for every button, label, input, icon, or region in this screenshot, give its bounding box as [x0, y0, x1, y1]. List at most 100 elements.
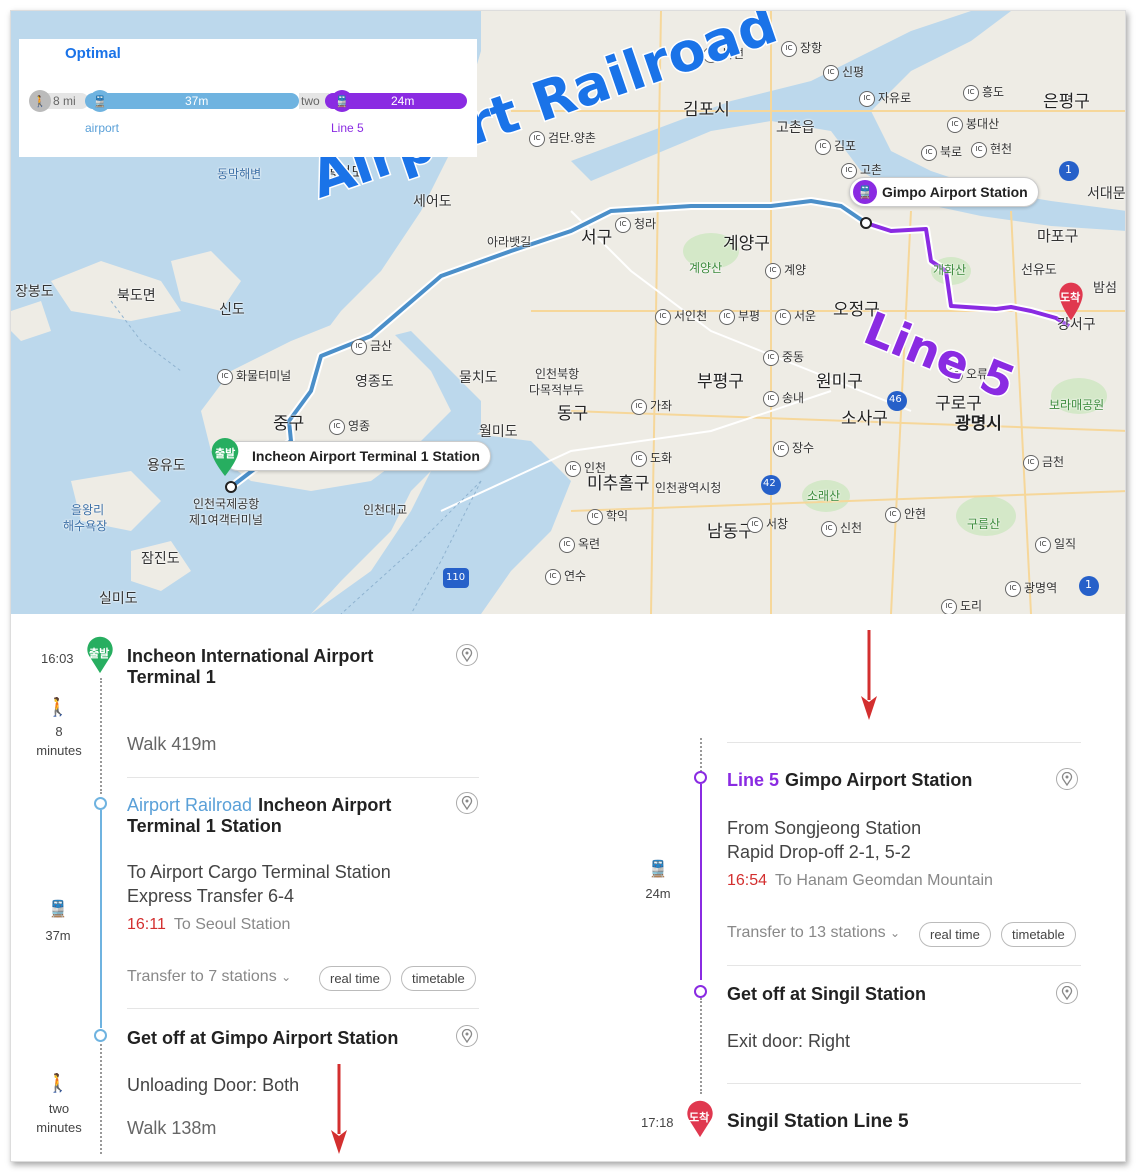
down-arrow-icon — [331, 1064, 347, 1154]
down-arrow-icon — [861, 630, 877, 720]
itinerary-panel: 16:03 출발 Incheon International Airport T… — [11, 614, 1125, 1161]
place-gyeyangsan: 계양산 — [689, 261, 723, 275]
ic-seochang: 서창 — [747, 515, 788, 533]
place-gyeyang-gu: 계양구 — [723, 234, 770, 254]
ic-yeonsu: 연수 — [545, 567, 586, 585]
ic-gwangmyeong-station: 광명역 — [1005, 579, 1057, 597]
transfer-dotted-line — [700, 738, 702, 772]
highway-shield-1b: 1 — [1085, 578, 1092, 591]
timetable-button[interactable]: timetable — [401, 966, 476, 991]
window-frame: 1 1 46 42 110 김포시 고촌읍 은평구 서대문 마포구 선유도 밤섬… — [10, 10, 1126, 1162]
ic-seoun: 서운 — [775, 307, 816, 325]
line5-line-label: Line 5 — [727, 770, 780, 790]
chevron-down-icon: ⌄ — [281, 970, 292, 984]
location-pin-icon[interactable] — [456, 644, 478, 666]
ic-okryeon: 옥련 — [559, 535, 600, 553]
place-soraesan: 소래산 — [807, 489, 841, 503]
train-icon: 🚆 — [48, 901, 68, 918]
airport-railroad-stops: Transfer to 7 stations — [127, 968, 277, 985]
ic-yeongjong: 영종 — [329, 417, 370, 435]
place-arabaetgil: 아라뱃길 — [487, 235, 532, 249]
ic-songnae: 송내 — [763, 389, 804, 407]
ic-gochon: 고촌 — [841, 161, 882, 179]
walk-duration: 8 mi — [53, 94, 76, 108]
singil-getoff-title: Get off at Singil Station — [727, 984, 926, 1004]
ic-geumcheon-top: 금천 — [1023, 453, 1064, 471]
place-beach: 해수욕장 — [63, 519, 108, 533]
place-gwangmyeong-si: 광명시 — [955, 414, 1002, 434]
line5-board-title: Line 5 Gimpo Airport Station — [727, 770, 972, 791]
ic-hagik: 학익 — [587, 507, 628, 525]
start-station-callout[interactable]: Incheon Airport Terminal 1 Station — [223, 441, 491, 471]
ic-bongdaesan: 봉대산 — [947, 115, 999, 133]
route-map[interactable]: 1 1 46 42 110 김포시 고촌읍 은평구 서대문 마포구 선유도 밤섬… — [11, 11, 1125, 614]
walk-icon: 🚶 — [46, 697, 70, 717]
place-incheon-bridge: 인천대교 — [363, 503, 408, 517]
location-pin-icon[interactable] — [456, 1025, 478, 1047]
place-dongmak-beach: 동막해변 — [217, 167, 262, 181]
walk-dotted-line — [700, 998, 702, 1094]
place-yongyudo: 용유도 — [147, 458, 186, 474]
location-pin-icon[interactable] — [1056, 768, 1078, 790]
place-bupyeong-gu: 부평구 — [697, 372, 744, 392]
highway-shield-46: 46 — [889, 394, 902, 405]
place-sindo: 신도 — [219, 302, 245, 318]
ic-cargo-terminal: 화물터미널 — [217, 367, 291, 385]
ic-heungdo: 흥도 — [963, 83, 1004, 101]
realtime-button[interactable]: real time — [919, 922, 991, 947]
airport-railroad-departure: 16:11 To Seoul Station — [127, 916, 290, 934]
airport-railroad-transfer-door: Express Transfer 6-4 — [127, 886, 295, 906]
airport-railroad-depart-dest: To Seoul Station — [173, 916, 291, 933]
walk1-duration: 8 minutes — [36, 724, 82, 758]
realtime-button[interactable]: real time — [319, 966, 391, 991]
line5-depart-dest: To Hanam Geomdan Mountain — [775, 872, 993, 889]
start-pin-text: 출발 — [215, 447, 236, 460]
route-summary-panel[interactable]: Optimal 🚶 8 mi 🚆 37m two 🚆 24m airport L… — [19, 39, 477, 157]
line5-sub-label: Line 5 — [331, 121, 364, 135]
walk-dotted-line — [100, 1044, 102, 1154]
line5-board-node — [694, 771, 707, 784]
highway-shield-1: 1 — [1065, 163, 1072, 176]
place-incheon-airport: 인천국제공항 — [193, 497, 260, 511]
ic-hyeoncheon: 현천 — [971, 140, 1012, 158]
line5-transfer-door: Rapid Drop-off 2-1, 5-2 — [727, 842, 911, 862]
optimal-label: Optimal — [65, 45, 121, 62]
subway-icon: 🚆 — [331, 90, 353, 112]
walk-dotted-line — [100, 678, 102, 794]
walk2-text: Walk 138m — [127, 1118, 217, 1138]
start-pin-text: 출발 — [89, 648, 110, 660]
line5-station-name: Gimpo Airport Station — [785, 770, 973, 790]
ic-dori: 도리 — [941, 597, 982, 614]
place-jamjindo: 잠진도 — [141, 551, 180, 567]
divider — [727, 742, 1081, 743]
location-pin-icon[interactable] — [456, 792, 478, 814]
subway-icon: 🚆 — [853, 180, 877, 204]
line5-side-duration: 24m — [645, 886, 671, 901]
ic-gajwa: 가좌 — [631, 397, 672, 415]
timetable-button[interactable]: timetable — [1001, 922, 1076, 947]
place-silmido: 실미도 — [99, 591, 138, 607]
airport-railroad-side-duration: 37m — [45, 928, 71, 943]
line5-stops-toggle[interactable]: Transfer to 13 stations ⌄ — [727, 924, 900, 942]
ic-dohwa: 도화 — [631, 449, 672, 467]
gimpo-station-callout[interactable]: Gimpo Airport Station — [849, 177, 1039, 207]
place-multipurpose-pier: 다목적부두 — [529, 383, 585, 397]
airport-railroad-stops-toggle[interactable]: Transfer to 7 stations ⌄ — [127, 968, 291, 986]
airport-railroad-board-node — [94, 797, 107, 810]
ic-anhyeon: 안현 — [885, 505, 926, 523]
place-gureumsan: 구름산 — [967, 517, 1001, 531]
divider — [727, 1083, 1081, 1084]
airport-railroad-duration: 37m — [185, 94, 209, 108]
ic-cheongna: 청라 — [615, 215, 656, 233]
location-pin-icon[interactable] — [1056, 982, 1078, 1004]
airport-railroad-getoff-node — [94, 1029, 107, 1042]
divider — [727, 965, 1081, 966]
line5-departure: 16:54 To Hanam Geomdan Mountain — [727, 872, 993, 890]
transfer-text: two — [301, 94, 320, 108]
ic-incheon: 인천 — [565, 459, 606, 477]
line5-direction: From Songjeong Station — [727, 818, 922, 838]
line5-depart-time: 16:54 — [727, 872, 768, 889]
place-gaehwasan: 개화산 — [933, 263, 967, 277]
line5-line — [700, 784, 702, 980]
place-seo-gu: 서구 — [581, 228, 613, 248]
